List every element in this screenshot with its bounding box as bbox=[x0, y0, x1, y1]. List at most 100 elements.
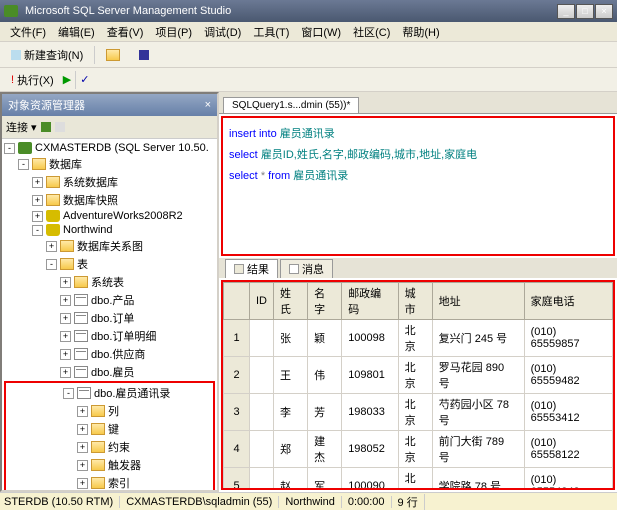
systables-node[interactable]: 系统表 bbox=[91, 274, 124, 290]
row-number[interactable]: 1 bbox=[224, 320, 250, 357]
cell[interactable]: 李 bbox=[274, 394, 308, 431]
toggle-icon[interactable]: + bbox=[60, 367, 71, 378]
cell[interactable] bbox=[250, 357, 274, 394]
cell[interactable]: (010) 65553412 bbox=[524, 394, 612, 431]
column-header[interactable]: 名字 bbox=[308, 283, 342, 320]
query-tab[interactable]: SQLQuery1.s...dmin (55))* bbox=[223, 97, 359, 113]
toggle-icon[interactable]: + bbox=[32, 177, 43, 188]
column-header[interactable]: ID bbox=[250, 283, 274, 320]
toggle-icon[interactable]: - bbox=[4, 143, 15, 154]
cell[interactable]: 王 bbox=[274, 357, 308, 394]
toggle-icon[interactable]: + bbox=[60, 331, 71, 342]
cell[interactable]: (010) 65559857 bbox=[524, 320, 612, 357]
toggle-icon[interactable]: + bbox=[77, 460, 88, 471]
toggle-icon[interactable]: + bbox=[77, 424, 88, 435]
table-row[interactable]: 4郑建杰198052北京前门大街 789 号(010) 65558122 bbox=[224, 431, 613, 468]
column-header[interactable]: 邮政编码 bbox=[342, 283, 398, 320]
menu-view[interactable]: 查看(V) bbox=[101, 22, 150, 42]
databases-node[interactable]: 数据库 bbox=[49, 156, 82, 172]
cell[interactable]: 芍药园小区 78 号 bbox=[432, 394, 524, 431]
maximize-button[interactable]: □ bbox=[576, 4, 594, 19]
cell[interactable]: 伟 bbox=[308, 357, 342, 394]
column-header[interactable]: 地址 bbox=[432, 283, 524, 320]
results-tab[interactable]: 结果 bbox=[225, 259, 278, 278]
column-header[interactable]: 姓氏 bbox=[274, 283, 308, 320]
toggle-icon[interactable]: + bbox=[77, 406, 88, 417]
cell[interactable]: 北京 bbox=[398, 357, 432, 394]
server-node[interactable]: CXMASTERDB (SQL Server 10.50. bbox=[35, 142, 209, 154]
toggle-icon[interactable]: - bbox=[46, 259, 57, 270]
cell[interactable]: (010) 65559482 bbox=[524, 357, 612, 394]
tables-node[interactable]: 表 bbox=[77, 256, 88, 272]
cell[interactable]: 罗马花园 890 号 bbox=[432, 357, 524, 394]
row-number[interactable]: 5 bbox=[224, 468, 250, 491]
connect-icon[interactable] bbox=[41, 122, 51, 132]
cell[interactable]: 北京 bbox=[398, 394, 432, 431]
cell[interactable]: 北京 bbox=[398, 468, 432, 491]
cell[interactable]: 学院路 78 号 bbox=[432, 468, 524, 491]
cell[interactable]: 郑 bbox=[274, 431, 308, 468]
cell[interactable]: 198052 bbox=[342, 431, 398, 468]
constraints-node[interactable]: 约束 bbox=[108, 439, 130, 455]
cell[interactable]: 颖 bbox=[308, 320, 342, 357]
cell[interactable]: 北京 bbox=[398, 431, 432, 468]
table-row[interactable]: 5赵军100090北京学院路 78 号(010) 65554848 bbox=[224, 468, 613, 491]
menu-help[interactable]: 帮助(H) bbox=[396, 22, 445, 42]
menu-project[interactable]: 项目(P) bbox=[149, 22, 198, 42]
menu-edit[interactable]: 编辑(E) bbox=[52, 22, 101, 42]
results-grid[interactable]: ID姓氏名字邮政编码城市地址家庭电话 1张颖100098北京复兴门 245 号(… bbox=[221, 280, 615, 490]
menu-community[interactable]: 社区(C) bbox=[347, 22, 396, 42]
messages-tab[interactable]: 消息 bbox=[280, 259, 333, 278]
cell[interactable]: 198033 bbox=[342, 394, 398, 431]
column-header[interactable]: 家庭电话 bbox=[524, 283, 612, 320]
sql-editor[interactable]: insert into 雇员通讯录 select 雇员ID,姓氏,名字,邮政编码… bbox=[221, 116, 615, 256]
cell[interactable]: 军 bbox=[308, 468, 342, 491]
toggle-icon[interactable]: + bbox=[77, 442, 88, 453]
column-header[interactable]: 城市 bbox=[398, 283, 432, 320]
toggle-icon[interactable]: - bbox=[63, 388, 74, 399]
object-tree[interactable]: -CXMASTERDB (SQL Server 10.50. -数据库 +系统数… bbox=[2, 139, 217, 490]
cell[interactable]: 北京 bbox=[398, 320, 432, 357]
triggers-node[interactable]: 触发器 bbox=[108, 457, 141, 473]
sysdb-node[interactable]: 系统数据库 bbox=[63, 174, 118, 190]
toggle-icon[interactable]: - bbox=[32, 225, 43, 236]
table-node[interactable]: dbo.订单 bbox=[91, 310, 134, 326]
cell[interactable] bbox=[250, 320, 274, 357]
keys-node[interactable]: 键 bbox=[108, 421, 119, 437]
disconnect-icon[interactable] bbox=[55, 122, 65, 132]
minimize-button[interactable]: _ bbox=[557, 4, 575, 19]
row-number[interactable]: 2 bbox=[224, 357, 250, 394]
table-node[interactable]: dbo.订单明细 bbox=[91, 328, 156, 344]
cell[interactable]: 复兴门 245 号 bbox=[432, 320, 524, 357]
cell[interactable]: 109801 bbox=[342, 357, 398, 394]
toggle-icon[interactable]: + bbox=[77, 478, 88, 489]
cell[interactable] bbox=[250, 468, 274, 491]
sidebar-close-icon[interactable]: × bbox=[205, 99, 211, 111]
play-icon[interactable]: ▶ bbox=[63, 73, 71, 86]
table-node[interactable]: dbo.供应商 bbox=[91, 346, 145, 362]
table-row[interactable]: 1张颖100098北京复兴门 245 号(010) 65559857 bbox=[224, 320, 613, 357]
cell[interactable] bbox=[250, 431, 274, 468]
parse-icon[interactable]: ✓ bbox=[80, 73, 89, 86]
cell[interactable]: 前门大街 789 号 bbox=[432, 431, 524, 468]
row-corner[interactable] bbox=[224, 283, 250, 320]
cell[interactable]: 赵 bbox=[274, 468, 308, 491]
menu-tools[interactable]: 工具(T) bbox=[247, 22, 295, 42]
menu-window[interactable]: 窗口(W) bbox=[295, 22, 347, 42]
menu-file[interactable]: 文件(F) bbox=[4, 22, 52, 42]
toggle-icon[interactable]: - bbox=[18, 159, 29, 170]
new-query-button[interactable]: 新建查询(N) bbox=[4, 44, 90, 66]
table-row[interactable]: 2王伟109801北京罗马花园 890 号(010) 65559482 bbox=[224, 357, 613, 394]
open-button[interactable] bbox=[99, 46, 130, 64]
toggle-icon[interactable]: + bbox=[60, 349, 71, 360]
toggle-icon[interactable]: + bbox=[32, 195, 43, 206]
indexes-node[interactable]: 索引 bbox=[108, 475, 130, 490]
table-node[interactable]: dbo.产品 bbox=[91, 292, 134, 308]
cell[interactable]: 100090 bbox=[342, 468, 398, 491]
empcontacts-node[interactable]: dbo.雇员通讯录 bbox=[94, 385, 170, 401]
toggle-icon[interactable]: + bbox=[60, 277, 71, 288]
row-number[interactable]: 3 bbox=[224, 394, 250, 431]
execute-button[interactable]: ! 执行(X) bbox=[4, 69, 61, 91]
connect-dropdown[interactable]: 连接 ▾ bbox=[6, 119, 37, 135]
table-row[interactable]: 3李芳198033北京芍药园小区 78 号(010) 65553412 bbox=[224, 394, 613, 431]
